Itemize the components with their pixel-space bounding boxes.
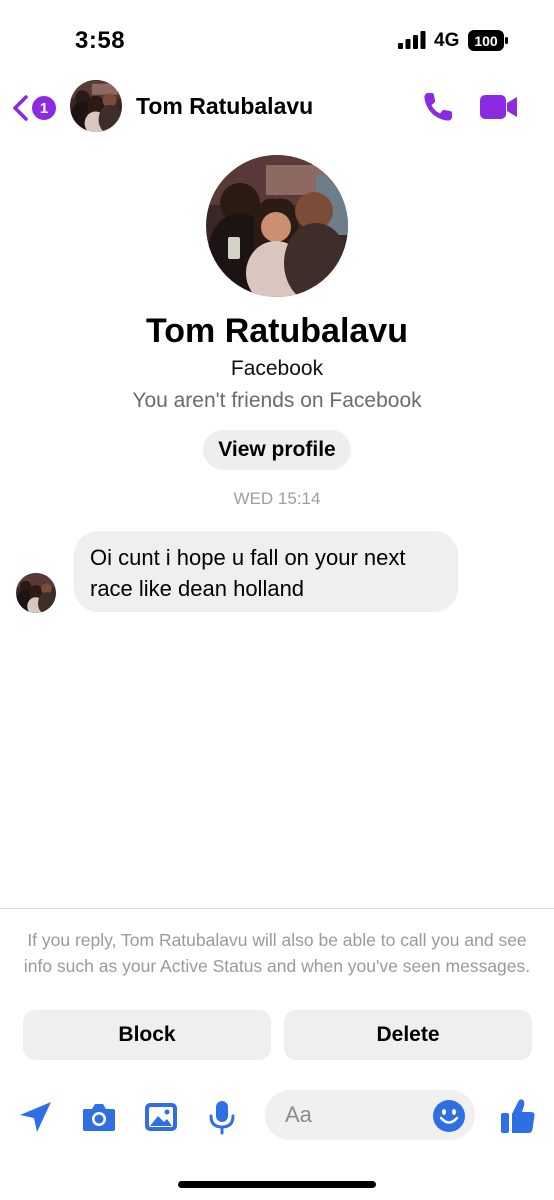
- profile-name: Tom Ratubalavu: [146, 312, 408, 350]
- microphone-icon[interactable]: [203, 1098, 241, 1136]
- network-label: 4G: [434, 30, 460, 51]
- contact-avatar[interactable]: [70, 80, 122, 132]
- camera-icon[interactable]: [80, 1098, 118, 1136]
- message-timestamp: WED 15:14: [233, 489, 321, 508]
- profile-photo[interactable]: [206, 155, 348, 297]
- message-input-container: [265, 1090, 475, 1140]
- location-arrow-icon[interactable]: [16, 1098, 54, 1136]
- thumbs-up-icon[interactable]: [498, 1096, 538, 1136]
- chevron-left-icon: [13, 95, 28, 121]
- signal-icon: [398, 31, 426, 49]
- photo-icon[interactable]: [142, 1098, 180, 1136]
- block-button[interactable]: Block: [23, 1010, 271, 1060]
- battery-level: 100: [474, 32, 498, 49]
- conversation-header: 1 Tom Ratubalavu: [0, 80, 554, 136]
- unread-badge: 1: [32, 96, 56, 120]
- status-time: 3:58: [75, 27, 126, 54]
- composer-bar: [0, 1088, 554, 1144]
- reply-notice: If you reply, Tom Ratubalavu will also b…: [23, 930, 531, 976]
- back-button[interactable]: 1: [10, 92, 60, 124]
- view-profile-button[interactable]: View profile: [203, 430, 351, 470]
- home-indicator: [178, 1181, 376, 1188]
- divider: [0, 908, 554, 909]
- friend-status: You aren't friends on Facebook: [132, 389, 422, 412]
- message-input[interactable]: [285, 1090, 435, 1140]
- sender-avatar[interactable]: [16, 573, 56, 613]
- battery-icon: 100: [468, 30, 508, 51]
- contact-name[interactable]: Tom Ratubalavu: [136, 93, 313, 120]
- profile-platform: Facebook: [230, 357, 324, 380]
- message-bubble[interactable]: Oi cunt i hope u fall on your next race …: [74, 531, 458, 612]
- video-camera-icon[interactable]: [478, 90, 520, 124]
- phone-icon[interactable]: [420, 89, 456, 125]
- status-bar: 3:58 4G 100: [0, 0, 554, 80]
- delete-button[interactable]: Delete: [284, 1010, 532, 1060]
- emoji-icon[interactable]: [432, 1099, 466, 1133]
